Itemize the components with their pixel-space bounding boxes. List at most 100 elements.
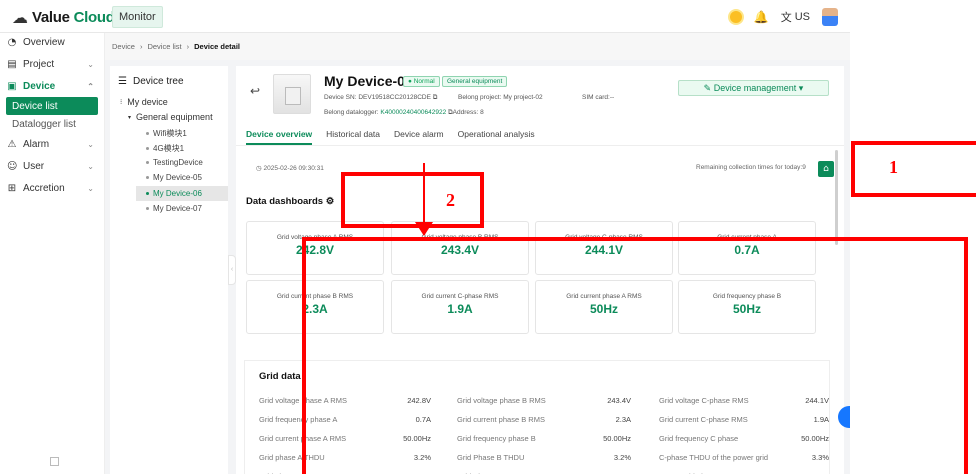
back-arrow-icon[interactable]: ↩ bbox=[250, 84, 260, 98]
sidebar-item-label: Project bbox=[23, 58, 55, 70]
gauge-icon: ◔ bbox=[7, 36, 17, 48]
annotation-box-region bbox=[302, 237, 968, 474]
device-image bbox=[273, 74, 311, 114]
tab-device-alarm[interactable]: Device alarm bbox=[394, 123, 444, 145]
module-tab-monitor[interactable]: Monitor bbox=[112, 6, 163, 28]
sidebar-item-alarm[interactable]: ⚠ Alarm ⌄ bbox=[0, 133, 104, 155]
top-right-tools: 🔔 文 US bbox=[729, 6, 838, 28]
breadcrumb-separator-icon: › bbox=[186, 42, 190, 51]
device-sn: Device SN: DEV19518CC20128CDE ⧉ bbox=[324, 94, 438, 101]
brand-name: Value Clouds bbox=[32, 8, 123, 26]
chevron-down-icon: ⌄ bbox=[87, 59, 94, 69]
tab-operational-analysis[interactable]: Operational analysis bbox=[458, 123, 535, 145]
breadcrumb-device-list[interactable]: Device list bbox=[147, 42, 181, 51]
panel-splitter-handle[interactable]: ‹ bbox=[228, 255, 236, 285]
tree-dot bbox=[146, 207, 149, 210]
device-datalogger: Belong datalogger: K40000240400642922 ⧉A… bbox=[324, 109, 484, 116]
translate-icon: 文 bbox=[780, 12, 792, 24]
theme-sun-icon[interactable] bbox=[729, 11, 742, 23]
status-badge: ● Normal bbox=[403, 76, 440, 87]
tree-node-my-device[interactable]: ⁝ My device bbox=[120, 97, 168, 107]
device-project: Belong project: My project-02 bbox=[458, 94, 543, 101]
device-icon: ▣ bbox=[7, 80, 17, 92]
brand-logo[interactable]: ☁ Value Clouds bbox=[12, 6, 123, 28]
annotation-label-1: 1 bbox=[889, 157, 898, 177]
users-icon: ☺ bbox=[7, 160, 18, 172]
sidebar-item-label: Accretion bbox=[23, 182, 65, 194]
detail-tabs: Device overview Historical data Device a… bbox=[246, 123, 535, 145]
device-tree-title: ☰ Device tree bbox=[118, 76, 184, 87]
sidebar-item-label: User bbox=[23, 160, 45, 172]
dashboards-title: Data dashboards ⚙ bbox=[246, 196, 335, 207]
wrench-icon: ✎ bbox=[703, 83, 712, 93]
clock-icon: ◷ bbox=[256, 165, 262, 172]
caret-down-icon: ▾ bbox=[798, 83, 804, 93]
tree-dot bbox=[146, 132, 149, 135]
device-sim: SIM card:-- bbox=[582, 94, 615, 101]
cloud-logo-icon: ☁ bbox=[12, 7, 28, 27]
gear-icon[interactable]: ⚙ bbox=[326, 196, 335, 207]
copy-icon[interactable]: ⧉ bbox=[433, 94, 438, 101]
sidebar-item-label: Device bbox=[23, 80, 56, 92]
tab-historical-data[interactable]: Historical data bbox=[326, 123, 380, 145]
sidebar-collapse-icon[interactable] bbox=[50, 457, 59, 466]
grid-data-title: Grid data bbox=[259, 371, 301, 382]
avatar[interactable] bbox=[822, 8, 838, 26]
device-tree-panel: ☰ Device tree ⁝ My device ▾ General equi… bbox=[110, 66, 228, 474]
language-switch[interactable]: 文 US bbox=[781, 9, 810, 25]
sidebar-item-label: Alarm bbox=[23, 138, 50, 150]
main-scrollbar[interactable] bbox=[835, 150, 838, 245]
refresh-collect-button[interactable]: ⌂ bbox=[818, 161, 834, 177]
tree-dot bbox=[146, 176, 149, 179]
tree-node-general-equipment[interactable]: ▾ General equipment bbox=[128, 112, 213, 122]
tree-dot bbox=[146, 161, 149, 164]
accretion-icon: ⊞ bbox=[7, 182, 17, 194]
tree-dot bbox=[146, 147, 149, 150]
sidebar-item-user[interactable]: ☺ User ⌄ bbox=[0, 155, 104, 177]
language-label: US bbox=[794, 11, 810, 23]
sidebar-item-accretion[interactable]: ⊞ Accretion ⌄ bbox=[0, 177, 104, 199]
annotation-arrow-head-icon bbox=[415, 222, 433, 236]
tree-leaf[interactable]: 4G模块1 bbox=[146, 143, 184, 154]
sidebar-item-overview[interactable]: ◔ Overview bbox=[0, 31, 104, 53]
breadcrumb: Device › Device list › Device detail bbox=[105, 33, 850, 60]
caret-down-icon: ▾ bbox=[128, 114, 132, 121]
tree-leaf[interactable]: My Device-05 bbox=[146, 173, 202, 182]
device-management-button[interactable]: ✎ Device management ▾ bbox=[678, 80, 829, 96]
sidebar-sub-device-list[interactable]: Device list bbox=[6, 97, 98, 115]
tree-dot bbox=[146, 192, 149, 195]
list-icon: ☰ bbox=[118, 76, 127, 87]
device-name: My Device-06 bbox=[324, 73, 413, 89]
project-icon: ▤ bbox=[7, 58, 17, 70]
chevron-down-icon: ⌄ bbox=[87, 161, 94, 171]
tree-leaf[interactable]: Wifi模块1 bbox=[146, 128, 187, 139]
collection-timestamp: ◷ 2025-02-26 09:30:31 bbox=[256, 165, 324, 172]
sidebar-item-device[interactable]: ▣ Device ⌃ bbox=[0, 75, 104, 97]
chevron-down-icon: ⌄ bbox=[87, 183, 94, 193]
type-badge: General equipment bbox=[442, 76, 508, 87]
tree-leaf-selected[interactable]: My Device-06 bbox=[136, 186, 228, 201]
tree-leaf[interactable]: TestingDevice bbox=[146, 158, 203, 167]
annotation-label-2: 2 bbox=[446, 190, 455, 210]
sidebar-sub-datalogger-list[interactable]: Datalogger list bbox=[0, 115, 104, 133]
breadcrumb-separator-icon: › bbox=[139, 42, 143, 51]
sidebar: ◔ Overview ▤ Project ⌄ ▣ Device ⌃ Device… bbox=[0, 33, 105, 474]
expand-icon: ⁝ bbox=[120, 99, 123, 106]
chevron-up-icon: ⌃ bbox=[87, 81, 94, 91]
remaining-collection-text: Remaining collection times for today:9 bbox=[696, 164, 806, 171]
tree-leaf[interactable]: My Device-07 bbox=[146, 204, 202, 213]
annotation-box-1 bbox=[851, 141, 976, 197]
tab-device-overview[interactable]: Device overview bbox=[246, 123, 313, 145]
annotation-box-2 bbox=[341, 172, 484, 228]
sidebar-item-project[interactable]: ▤ Project ⌄ bbox=[0, 53, 104, 75]
annotation-arrow-shaft bbox=[423, 163, 425, 223]
bell-icon[interactable]: 🔔 bbox=[754, 10, 769, 24]
tabs-divider bbox=[236, 145, 844, 146]
chevron-down-icon: ⌄ bbox=[87, 139, 94, 149]
datalogger-link[interactable]: K40000240400642922 bbox=[380, 109, 446, 116]
breadcrumb-current: Device detail bbox=[194, 42, 240, 51]
sidebar-item-label: Overview bbox=[23, 36, 65, 48]
breadcrumb-device[interactable]: Device bbox=[112, 42, 135, 51]
top-bar: ☁ Value Clouds Monitor 🔔 文 US bbox=[0, 0, 850, 33]
alarm-icon: ⚠ bbox=[7, 138, 17, 150]
